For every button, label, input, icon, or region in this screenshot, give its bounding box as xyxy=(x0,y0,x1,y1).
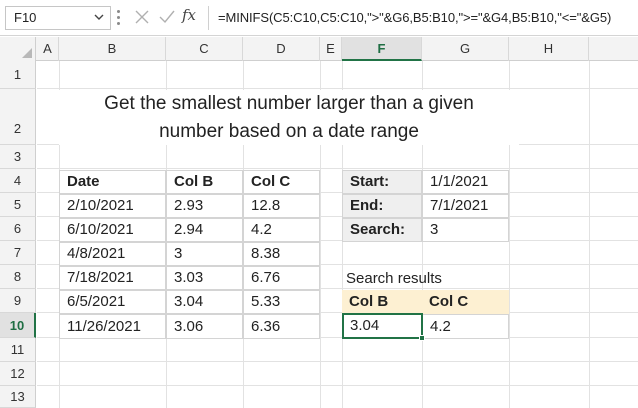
criteria-label-search[interactable]: Search: xyxy=(342,218,422,242)
table-header-col-b[interactable]: Col B xyxy=(166,170,243,194)
sheet-title-line-2: number based on a date range xyxy=(59,118,519,145)
table-cell[interactable]: 8.38 xyxy=(243,242,320,266)
row-header-12[interactable]: 12 xyxy=(0,362,36,386)
column-header-d[interactable]: D xyxy=(243,37,320,61)
formula-bar: F10 fx =MINIFS(C5:C10,C5:C10,">"&G6,B5:B… xyxy=(0,0,638,36)
row-header-2[interactable]: 2 xyxy=(0,89,36,145)
table-cell[interactable]: 4.2 xyxy=(243,218,320,242)
table-cell[interactable]: 11/26/2021 xyxy=(59,314,166,339)
results-header-col-b[interactable]: Col B xyxy=(342,290,422,314)
table-header-col-c[interactable]: Col C xyxy=(243,170,320,194)
column-header-b[interactable]: B xyxy=(59,37,166,61)
insert-function-icon[interactable]: fx xyxy=(182,6,196,24)
row-header-1[interactable]: 1 xyxy=(0,61,36,89)
table-cell[interactable]: 6.76 xyxy=(243,266,320,290)
row-header-8[interactable]: 8 xyxy=(0,265,36,289)
formula-input[interactable]: =MINIFS(C5:C10,C5:C10,">"&G6,B5:B10,">="… xyxy=(218,10,611,25)
row-header-13[interactable]: 13 xyxy=(0,386,36,408)
row-header-9[interactable]: 9 xyxy=(0,289,36,313)
table-cell[interactable]: 6.36 xyxy=(243,314,320,339)
table-cell[interactable]: 12.8 xyxy=(243,194,320,218)
name-box[interactable]: F10 xyxy=(5,6,111,30)
table-cell[interactable]: 5.33 xyxy=(243,290,320,314)
column-headers: A B C D E F G H xyxy=(0,37,638,61)
criteria-value-end[interactable]: 7/1/2021 xyxy=(422,194,509,218)
formula-bar-divider xyxy=(208,6,209,30)
column-header-a[interactable]: A xyxy=(37,37,59,61)
criteria-value-start[interactable]: 1/1/2021 xyxy=(422,170,509,194)
select-all-button[interactable] xyxy=(0,37,36,61)
column-header-h[interactable]: H xyxy=(509,37,589,61)
table-cell[interactable]: 3.04 xyxy=(166,290,243,314)
criteria-label-start[interactable]: Start: xyxy=(342,170,422,194)
results-header-col-c[interactable]: Col C xyxy=(422,290,509,314)
table-cell[interactable]: 3.03 xyxy=(166,266,243,290)
row-header-7[interactable]: 7 xyxy=(0,241,36,265)
table-cell[interactable]: 4/8/2021 xyxy=(59,242,166,266)
table-cell[interactable]: 2/10/2021 xyxy=(59,194,166,218)
cancel-icon[interactable] xyxy=(134,9,150,25)
more-options-icon[interactable] xyxy=(117,10,121,26)
table-cell[interactable]: 7/18/2021 xyxy=(59,266,166,290)
row-header-11[interactable]: 11 xyxy=(0,338,36,362)
row-header-6[interactable]: 6 xyxy=(0,217,36,241)
enter-check-icon[interactable] xyxy=(158,9,176,25)
criteria-label-end[interactable]: End: xyxy=(342,194,422,218)
table-cell[interactable]: 2.93 xyxy=(166,194,243,218)
fill-handle[interactable] xyxy=(419,335,425,341)
chevron-down-icon[interactable] xyxy=(94,11,104,23)
row-header-5[interactable]: 5 xyxy=(0,193,36,217)
name-box-value: F10 xyxy=(14,10,37,25)
criteria-value-search[interactable]: 3 xyxy=(422,218,509,242)
column-header-c[interactable]: C xyxy=(166,37,243,61)
table-cell[interactable]: 2.94 xyxy=(166,218,243,242)
results-caption[interactable]: Search results xyxy=(342,267,509,291)
row-header-4[interactable]: 4 xyxy=(0,169,36,193)
table-header-date[interactable]: Date xyxy=(59,170,166,194)
active-cell-f10[interactable]: 3.04 xyxy=(342,313,423,339)
column-header-f[interactable]: F xyxy=(342,37,422,61)
table-cell[interactable]: 6/10/2021 xyxy=(59,218,166,242)
column-header-e[interactable]: E xyxy=(320,37,342,61)
results-value-col-c[interactable]: 4.2 xyxy=(422,314,509,339)
table-cell[interactable]: 6/5/2021 xyxy=(59,290,166,314)
column-header-g[interactable]: G xyxy=(422,37,509,61)
row-header-3[interactable]: 3 xyxy=(0,145,36,169)
table-cell[interactable]: 3.06 xyxy=(166,314,243,339)
row-header-10[interactable]: 10 xyxy=(0,313,36,338)
sheet-title-line-1: Get the smallest number larger than a gi… xyxy=(59,90,519,118)
table-cell[interactable]: 3 xyxy=(166,242,243,266)
